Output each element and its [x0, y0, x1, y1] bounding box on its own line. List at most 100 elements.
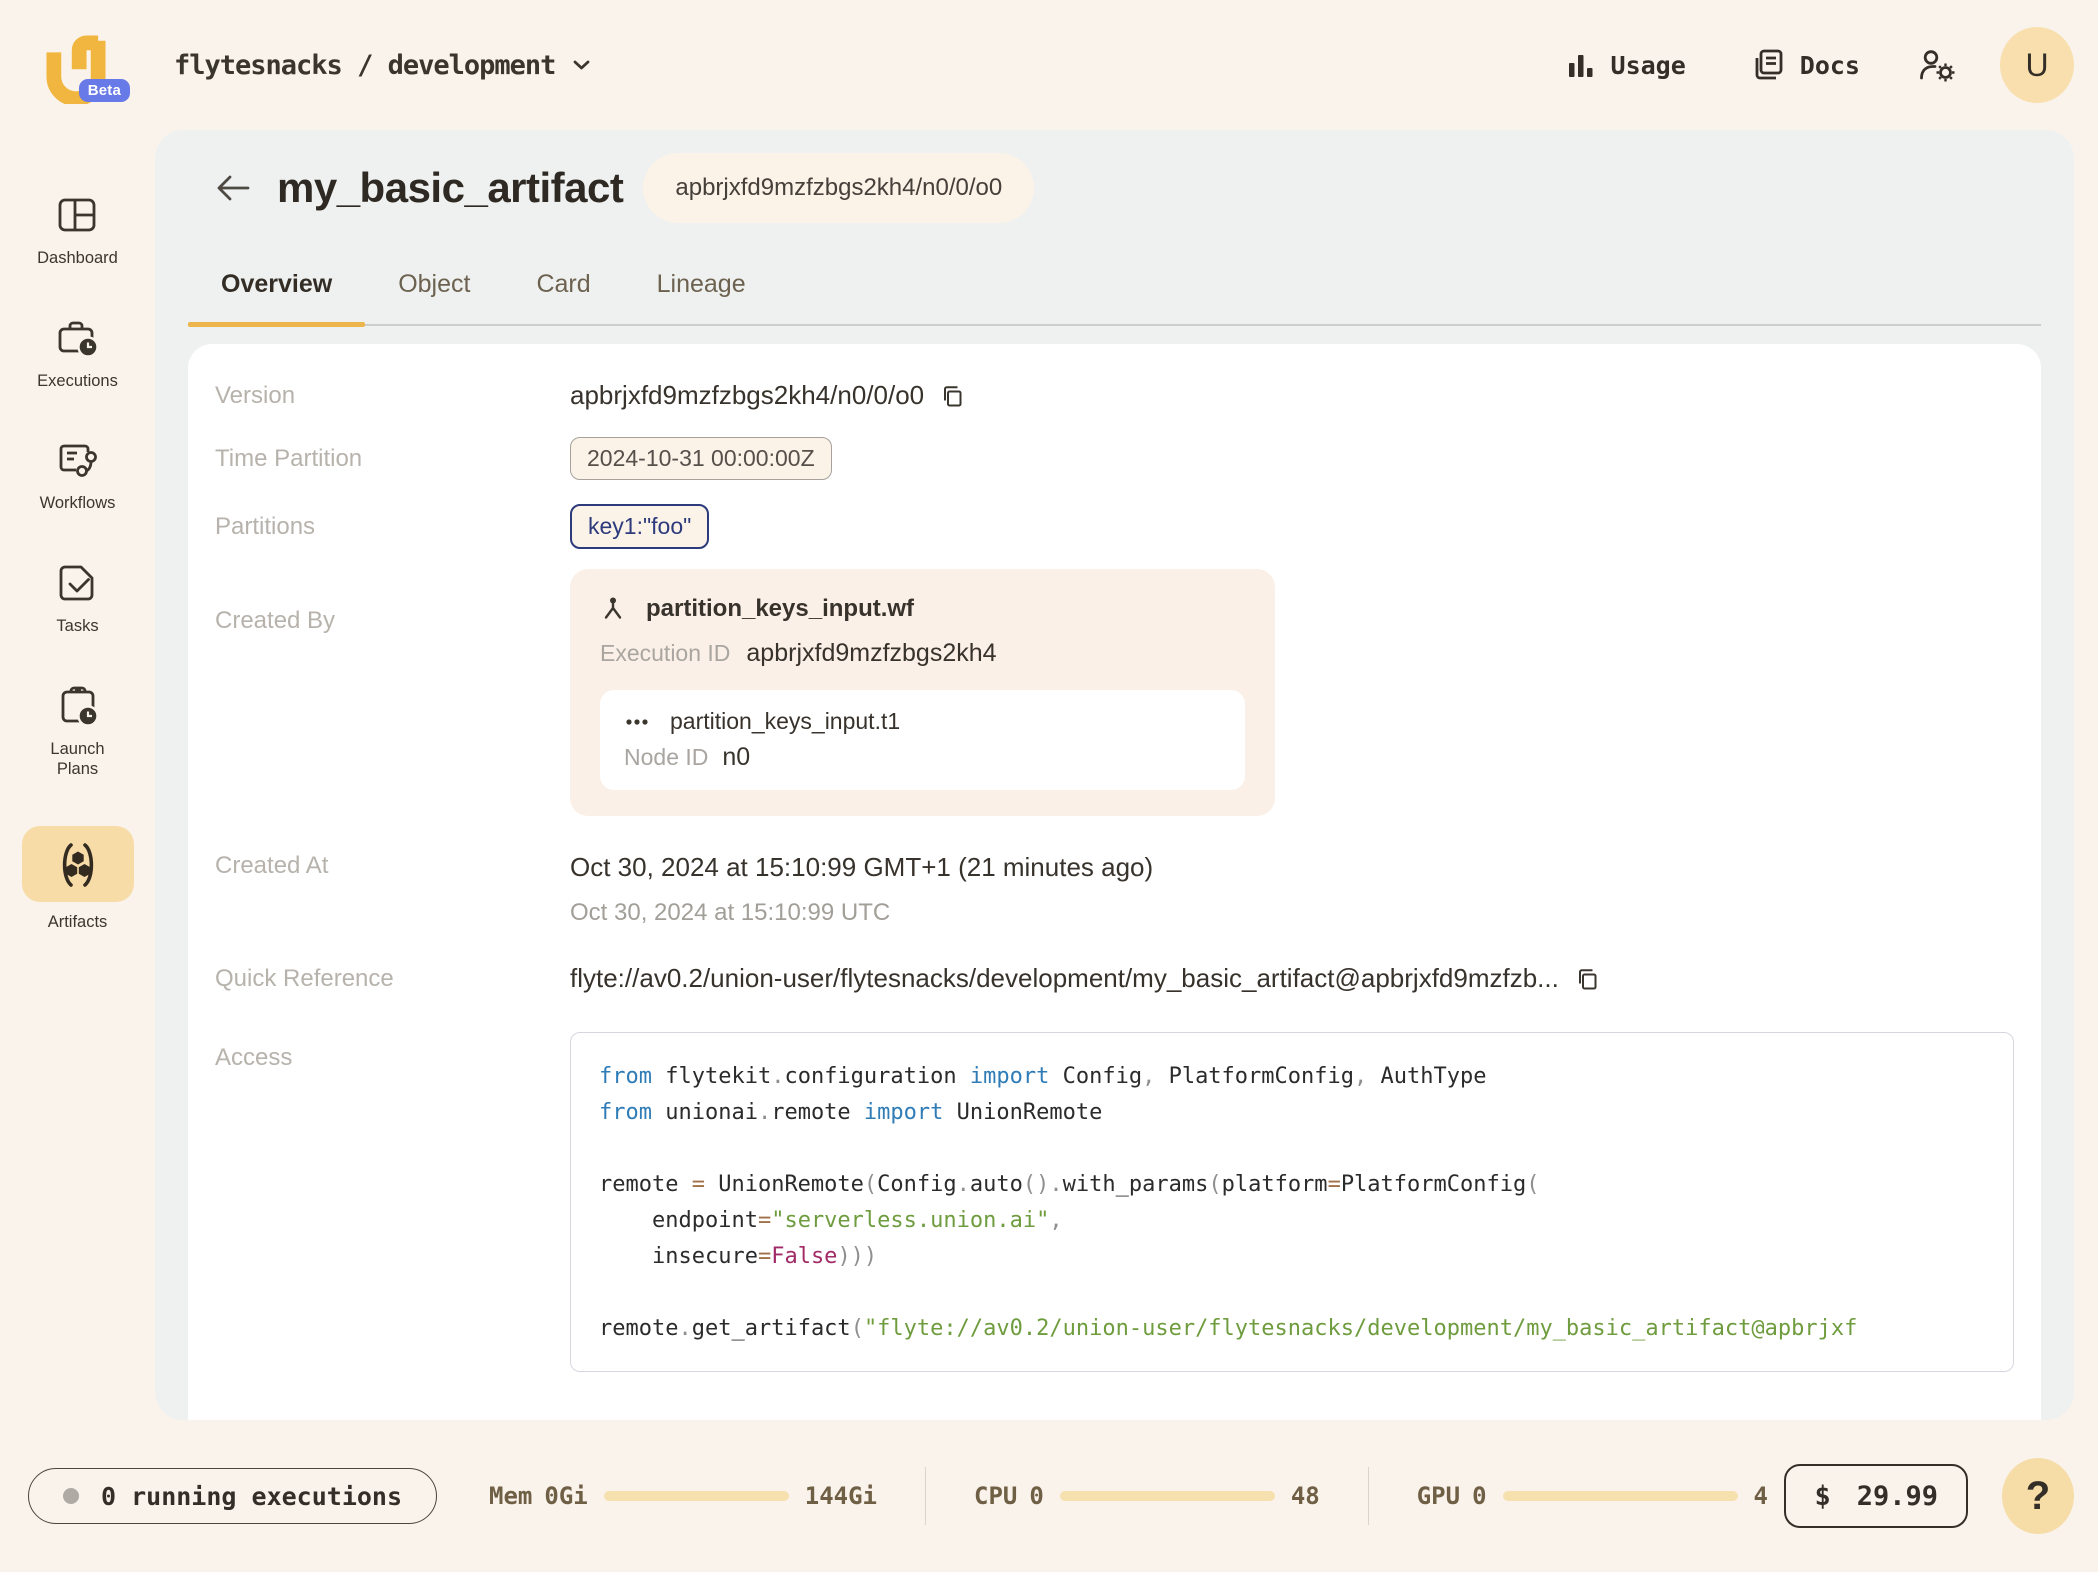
created-by-row: Created By partition_keys_input.wf Execu…: [215, 569, 2014, 816]
cpu-bar: [1059, 1491, 1275, 1501]
sidebar-label-dashboard: Dashboard: [37, 249, 118, 267]
task-card[interactable]: partition_keys_input.t1 Node ID n0: [600, 690, 1245, 790]
copy-icon: [944, 385, 962, 406]
sidebar-item-artifacts[interactable]: Artifacts: [21, 825, 134, 933]
quick-reference-value: flyte://av0.2/union-user/flytesnacks/dev…: [570, 963, 1559, 993]
help-label: ?: [2025, 1473, 2051, 1518]
created-at-label: Created At: [215, 852, 329, 879]
dashboard-icon: [59, 198, 96, 232]
created-by-label: Created By: [215, 607, 336, 634]
node-id-label: Node ID: [624, 744, 709, 770]
mem-bar: [603, 1491, 789, 1501]
currency-symbol: $: [1814, 1480, 1831, 1512]
task-name: partition_keys_input.t1: [670, 708, 901, 734]
running-executions-button[interactable]: 0 running executions: [28, 1468, 438, 1524]
beta-badge: Beta: [78, 79, 130, 102]
execution-id-value: apbrjxfd9mzfzbgs2kh4: [746, 639, 997, 667]
executions-icon: [58, 321, 99, 358]
artifacts-highlight: [21, 825, 134, 902]
artifacts-icon: [62, 842, 93, 887]
cpu-max: 48: [1290, 1482, 1320, 1510]
copy-icon: [1578, 968, 1597, 989]
tasks-icon: [59, 565, 93, 601]
mem-max: 144Gi: [804, 1482, 877, 1510]
time-partition-label: Time Partition: [215, 444, 363, 472]
user-gear-icon: [1920, 50, 1955, 82]
overview-panel: Version apbrjxfd9mzfzbgs2kh4/n0/0/o0 Tim…: [188, 344, 2041, 1420]
main-panel: my_basic_artifact apbrjxfd9mzfzbgs2kh4/n…: [155, 130, 2074, 1420]
mem-label: Mem: [489, 1482, 533, 1510]
docs-nav[interactable]: Docs: [1750, 47, 1860, 83]
avatar[interactable]: U: [2000, 27, 2074, 103]
quick-reference-label: Quick Reference: [215, 964, 394, 992]
sidebar-label-launch-plans: Launch Plans: [50, 739, 105, 779]
workflow-name: partition_keys_input.wf: [646, 595, 915, 622]
mem-current: 0Gi: [544, 1482, 588, 1510]
ellipsis-icon: [626, 718, 648, 725]
access-label: Access: [215, 1044, 293, 1071]
sidebar-item-launch-plans[interactable]: Launch Plans: [33, 683, 123, 780]
workflows-icon: [60, 444, 98, 478]
cpu-current: 0: [1029, 1482, 1044, 1510]
gpu-current: 0: [1472, 1482, 1487, 1510]
sidebar-label-executions: Executions: [37, 371, 118, 390]
created-at-utc: Oct 30, 2024 at 15:10:99 UTC: [570, 899, 891, 926]
sidebar-label-workflows: Workflows: [39, 494, 116, 513]
union-logo[interactable]: Beta: [40, 26, 130, 107]
topbar: Beta flytesnacks / development Usage Doc…: [0, 0, 2098, 130]
sidebar-item-executions[interactable]: Executions: [37, 315, 118, 392]
sidebar-item-dashboard[interactable]: Dashboard: [37, 192, 118, 269]
breadcrumb-text: flytesnacks / development: [174, 49, 556, 81]
launch-plans-icon: [61, 686, 99, 727]
copy-version-button[interactable]: [940, 383, 966, 409]
gpu-bar: [1502, 1491, 1738, 1501]
time-partition-row: Time Partition 2024-10-31 00:00:00Z: [215, 437, 2014, 480]
divider: [1367, 1467, 1369, 1525]
bar-chart-icon: [1568, 55, 1593, 77]
cost-button[interactable]: $ 29.99: [1784, 1464, 1968, 1528]
execution-id-label: Execution ID: [600, 640, 731, 666]
gpu-resource: GPU 0 4: [1417, 1482, 1768, 1510]
partitions-row: Partitions key1:"foo": [215, 504, 2014, 549]
topbar-actions: Usage Docs U: [1565, 27, 2074, 103]
sidebar: Dashboard Executions Workflows Tasks Lau…: [0, 130, 155, 1420]
statusbar: 0 running executions Mem 0Gi 144Gi CPU 0 4…: [0, 1420, 2098, 1572]
workflow-fork-icon: [604, 597, 622, 619]
created-by-card[interactable]: partition_keys_input.wf Execution ID apb…: [570, 569, 1275, 816]
created-at-row: Created At Oct 30, 2024 at 15:10:99 GMT+…: [215, 852, 2014, 927]
quick-reference-row: Quick Reference flyte://av0.2/union-user…: [215, 963, 2014, 994]
partitions-label: Partitions: [215, 512, 316, 540]
back-arrow-icon: [217, 175, 250, 201]
divider: [925, 1467, 926, 1525]
page-title: my_basic_artifact: [277, 164, 624, 211]
cpu-resource: CPU 0 48: [974, 1482, 1320, 1510]
sidebar-label-launch-tasks: Tasks: [56, 616, 99, 635]
tab-overview[interactable]: Overview: [188, 270, 366, 327]
cpu-label: CPU: [974, 1482, 1018, 1510]
artifact-header: my_basic_artifact apbrjxfd9mzfzbgs2kh4/n…: [188, 152, 2041, 224]
code-block[interactable]: from flytekit.configuration import Confi…: [570, 1032, 2014, 1372]
tab-object[interactable]: Object: [365, 270, 503, 324]
tab-lineage[interactable]: Lineage: [624, 270, 779, 324]
breadcrumb[interactable]: flytesnacks / development: [174, 50, 590, 81]
version-badge: apbrjxfd9mzfzbgs2kh4/n0/0/o0: [643, 153, 1035, 223]
help-button[interactable]: ?: [2002, 1458, 2074, 1534]
usage-nav[interactable]: Usage: [1565, 49, 1686, 81]
version-value: apbrjxfd9mzfzbgs2kh4/n0/0/o0: [570, 380, 925, 410]
tab-card[interactable]: Card: [503, 270, 623, 324]
time-partition-chip: 2024-10-31 00:00:00Z: [570, 437, 832, 480]
avatar-initial: U: [2025, 46, 2049, 83]
created-at-value: Oct 30, 2024 at 15:10:99 GMT+1 (21 minut…: [570, 852, 1154, 882]
usage-label: Usage: [1610, 50, 1686, 80]
status-dot: [63, 1488, 79, 1504]
user-settings-button[interactable]: [1918, 47, 1956, 83]
gpu-max: 4: [1753, 1482, 1768, 1510]
sidebar-item-workflows[interactable]: Workflows: [39, 437, 116, 514]
sidebar-item-tasks[interactable]: Tasks: [55, 560, 101, 637]
mem-resource: Mem 0Gi 144Gi: [489, 1482, 877, 1510]
copy-quick-reference-button[interactable]: [1575, 966, 1601, 992]
sidebar-label-artifacts: Artifacts: [47, 912, 108, 931]
back-button[interactable]: [215, 172, 251, 204]
running-executions-label: 0 running executions: [101, 1481, 403, 1511]
docs-label: Docs: [1799, 50, 1860, 80]
